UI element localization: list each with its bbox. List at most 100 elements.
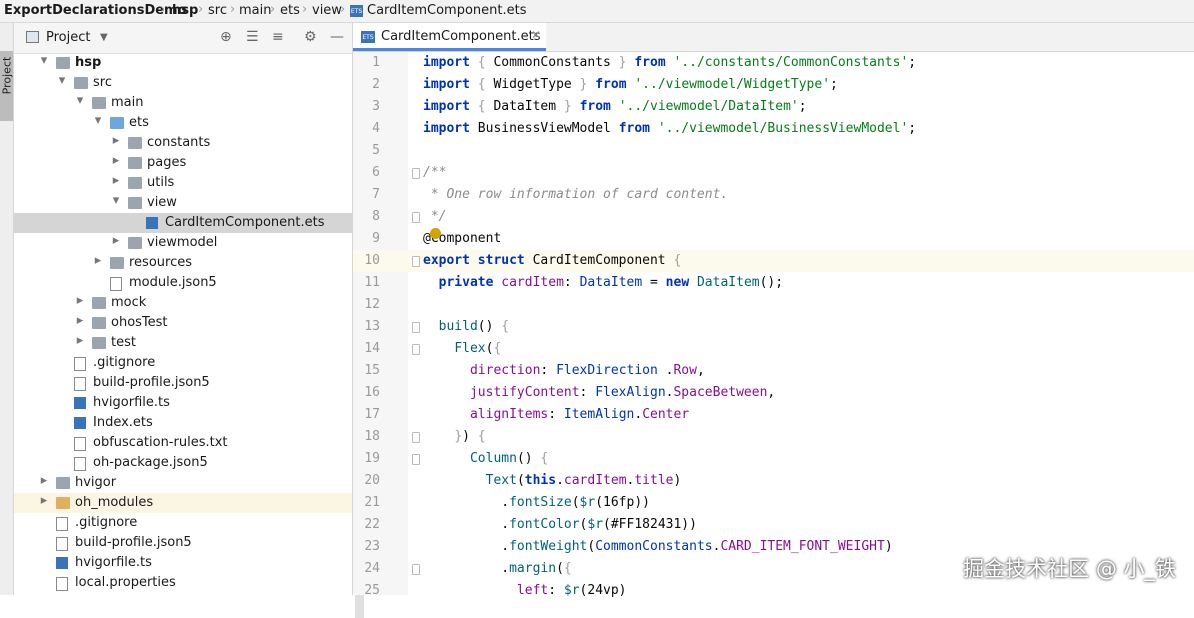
breadcrumb-item-main[interactable]: main <box>239 3 271 18</box>
chevron-right-icon[interactable]: ▸ <box>38 493 50 508</box>
tree-item[interactable]: ▸ pages <box>14 153 352 173</box>
gear-icon[interactable]: ⚙ <box>304 29 317 45</box>
code-line[interactable]: 17 alignItems: ItemAlign.Center <box>353 404 1194 426</box>
folder-icon <box>56 57 70 69</box>
chevron-right-icon[interactable]: ▸ <box>110 133 122 148</box>
fold-marker-icon[interactable] <box>412 322 420 333</box>
tree-item[interactable]: ▸ hvigor <box>14 473 352 493</box>
chevron-down-icon[interactable]: ▾ <box>92 113 104 128</box>
breadcrumb-item-ets[interactable]: ets <box>280 3 300 18</box>
tree-item[interactable]: ▾ src <box>14 73 352 93</box>
fold-marker-icon[interactable] <box>412 564 420 575</box>
project-tool-tab-label[interactable]: Project <box>1 51 14 101</box>
code-line[interactable]: 14 Flex({ <box>353 338 1194 360</box>
chevron-down-icon[interactable]: ▾ <box>38 53 50 68</box>
tree-item[interactable]: ▸ resources <box>14 253 352 273</box>
code-line[interactable]: 20 Text(this.cardItem.title) <box>353 470 1194 492</box>
tree-item[interactable]: ▾ main <box>14 93 352 113</box>
chevron-right-icon[interactable]: ▸ <box>110 233 122 248</box>
code-line[interactable]: 1 import { CommonConstants } from '../con… <box>353 52 1194 74</box>
tree-item[interactable]: .gitignore <box>14 513 352 533</box>
code-line[interactable]: 5 <box>353 140 1194 162</box>
fold-marker-icon[interactable] <box>412 454 420 465</box>
tree-item[interactable]: hvigorfile.ts <box>14 393 352 413</box>
project-view-icon <box>26 31 39 43</box>
tree-item[interactable]: ▸ oh_modules <box>14 493 352 513</box>
tree-item[interactable]: ▸ test <box>14 333 352 353</box>
editor-tab-carditemcomponent[interactable]: ETS CardItemComponent.ets ✕ <box>353 23 546 51</box>
code-line[interactable]: 25 left: $r(24vp) <box>353 580 1194 602</box>
chevron-right-icon[interactable]: ▸ <box>38 473 50 488</box>
intention-bulb-icon[interactable] <box>430 228 441 239</box>
tree-item[interactable]: CardItemComponent.ets <box>14 213 352 233</box>
code-line[interactable]: 4 import BusinessViewModel from '../viewm… <box>353 118 1194 140</box>
chevron-right-icon[interactable]: ▸ <box>110 153 122 168</box>
tree-item[interactable]: ▸ viewmodel <box>14 233 352 253</box>
chevron-right-icon[interactable]: ▸ <box>110 173 122 188</box>
tree-item[interactable]: ▸ utils <box>14 173 352 193</box>
code-line[interactable]: 6 /** <box>353 162 1194 184</box>
tree-item[interactable]: Index.ets <box>14 413 352 433</box>
code-line[interactable]: 21 .fontSize($r(16fp)) <box>353 492 1194 514</box>
tree-item[interactable]: ▾ hsp <box>14 53 352 73</box>
tree-item[interactable]: local.properties <box>14 573 352 593</box>
chevron-right-icon[interactable]: ▸ <box>74 333 86 348</box>
chevron-down-icon[interactable]: ▾ <box>56 73 68 88</box>
tree-item-label: mock <box>111 295 147 310</box>
tree-item[interactable]: build-profile.json5 <box>14 373 352 393</box>
code-line[interactable]: 16 justifyContent: FlexAlign.SpaceBetwee… <box>353 382 1194 404</box>
close-icon[interactable]: ✕ <box>531 28 541 42</box>
tree-item[interactable]: module.json5 <box>14 273 352 293</box>
tree-item[interactable]: ▸ ohosTest <box>14 313 352 333</box>
locate-file-icon[interactable]: ⊕ <box>220 29 232 45</box>
code-line[interactable]: 15 direction: FlexDirection .Row, <box>353 360 1194 382</box>
code-line[interactable]: 8 */ <box>353 206 1194 228</box>
code-line[interactable]: 12 <box>353 294 1194 316</box>
code-line[interactable]: 22 .fontColor($r(#FF182431)) <box>353 514 1194 536</box>
fold-marker-icon[interactable] <box>412 256 420 267</box>
minimize-icon[interactable]: — <box>330 29 344 45</box>
tree-item[interactable]: hvigorfile.ts <box>14 553 352 573</box>
breadcrumb-item-view[interactable]: view <box>312 3 342 18</box>
fold-marker-icon[interactable] <box>412 212 420 223</box>
tree-item[interactable]: build-profile.json5 <box>14 533 352 553</box>
code-line[interactable]: 7 * One row information of card content. <box>353 184 1194 206</box>
ets-file-icon: ETS <box>350 5 363 17</box>
code-line[interactable]: 2 import { WidgetType } from '../viewmode… <box>353 74 1194 96</box>
breadcrumb-item-src[interactable]: src <box>208 3 227 18</box>
line-number: 4 <box>372 121 380 136</box>
collapse-all-icon[interactable]: ≡ <box>272 29 284 45</box>
chevron-down-icon[interactable]: ▾ <box>74 93 86 108</box>
chevron-down-icon[interactable]: ▾ <box>110 193 122 208</box>
tree-item-label: ohosTest <box>111 315 168 330</box>
code-line[interactable]: 11 private cardItem: DataItem = new Data… <box>353 272 1194 294</box>
tree-item[interactable]: ▾ view <box>14 193 352 213</box>
fold-marker-icon[interactable] <box>412 344 420 355</box>
project-view-selector[interactable]: Project <box>46 30 90 45</box>
line-number: 1 <box>372 55 380 70</box>
breadcrumb-item-file[interactable]: CardItemComponent.ets <box>367 3 526 18</box>
tree-item[interactable]: obfuscation-rules.txt <box>14 433 352 453</box>
code-line[interactable]: 3 import { DataItem } from '../viewmodel/… <box>353 96 1194 118</box>
tree-item[interactable]: ▸ mock <box>14 293 352 313</box>
tree-item[interactable]: oh-package.json5 <box>14 453 352 473</box>
code-text: /** <box>423 165 447 180</box>
fold-marker-icon[interactable] <box>412 432 420 443</box>
tree-item[interactable]: ▾ ets <box>14 113 352 133</box>
fold-marker-icon[interactable] <box>412 168 420 179</box>
chevron-down-icon[interactable]: ▼ <box>100 32 108 43</box>
breadcrumb-item-hsp[interactable]: hsp <box>172 3 198 18</box>
code-line[interactable]: 9 @Component <box>353 228 1194 250</box>
code-line[interactable]: 10 export struct CardItemComponent { <box>353 250 1194 272</box>
code-text: * One row information of card content. <box>423 187 729 202</box>
code-line[interactable]: 18 }) { <box>353 426 1194 448</box>
code-line[interactable]: 13 build() { <box>353 316 1194 338</box>
chevron-right-icon[interactable]: ▸ <box>92 253 104 268</box>
tree-item[interactable]: .gitignore <box>14 353 352 373</box>
code-line[interactable]: 19 Column() { <box>353 448 1194 470</box>
chevron-right-icon[interactable]: ▸ <box>74 293 86 308</box>
file-icon <box>110 277 122 291</box>
tree-item[interactable]: ▸ constants <box>14 133 352 153</box>
chevron-right-icon[interactable]: ▸ <box>74 313 86 328</box>
expand-all-icon[interactable]: ☰ <box>246 29 259 45</box>
